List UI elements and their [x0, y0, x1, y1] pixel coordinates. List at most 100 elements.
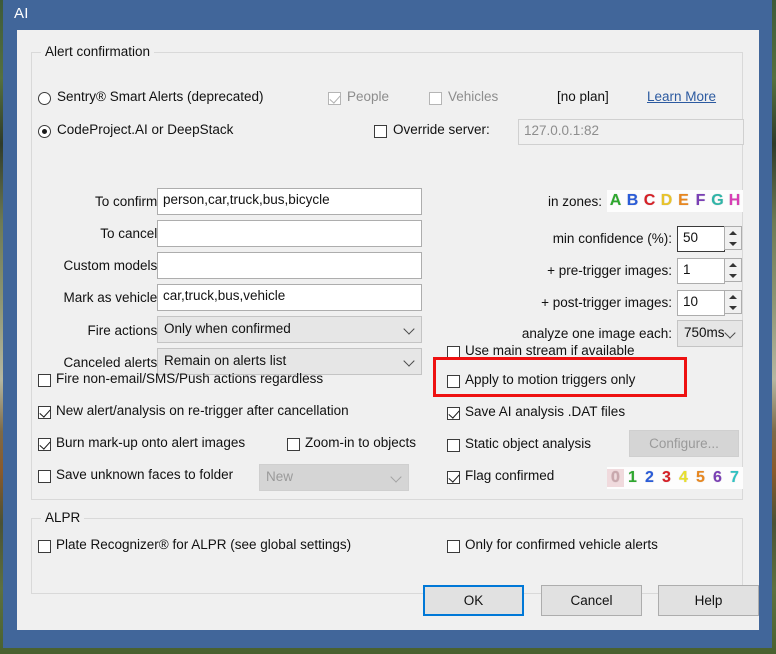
zone-letter-h[interactable]: H	[726, 192, 743, 210]
window-title: AI	[14, 5, 29, 22]
spinner-pre-trigger-images-value[interactable]: 1	[677, 258, 725, 284]
spinner-min-confidence[interactable]: 50	[677, 226, 743, 252]
label-post-trigger-images: + post-trigger images:	[541, 295, 672, 310]
label-mark-as-vehicle: Mark as vehicle:	[63, 290, 161, 305]
label-to-cancel: To cancel:	[100, 226, 161, 241]
flag-digit-7[interactable]: 7	[726, 469, 743, 487]
checkbox-vehicles-label: Vehicles	[448, 89, 499, 104]
spinner-post-trigger-buttons[interactable]	[724, 290, 742, 314]
checkbox-save-dat-files-label: Save AI analysis .DAT files	[465, 404, 626, 419]
zone-letter-e[interactable]: E	[675, 192, 692, 210]
spinner-post-trigger-images[interactable]: 10	[677, 290, 743, 316]
spinner-down-icon[interactable]	[725, 270, 741, 281]
label-canceled-alerts: Canceled alerts:	[63, 355, 161, 370]
radio-codeproject-deepstack-label: CodeProject.AI or DeepStack	[57, 122, 234, 137]
zone-letter-d[interactable]: D	[658, 192, 675, 210]
help-button[interactable]: Help	[658, 585, 759, 616]
checkbox-override-server[interactable]	[374, 125, 387, 138]
zone-letter-a[interactable]: A	[607, 192, 624, 210]
checkbox-burn-markup[interactable]	[38, 438, 51, 451]
label-in-zones: in zones:	[547, 194, 602, 209]
checkbox-use-main-stream-label: Use main stream if available	[465, 343, 635, 358]
checkbox-people	[328, 92, 341, 105]
learn-more-link[interactable]: Learn More	[647, 89, 716, 104]
checkbox-plate-recognizer[interactable]	[38, 540, 51, 553]
checkbox-save-unknown-faces[interactable]	[38, 470, 51, 483]
cancel-button[interactable]: Cancel	[541, 585, 642, 616]
checkbox-static-object-analysis[interactable]	[447, 439, 460, 452]
flag-digit-5[interactable]: 5	[692, 469, 709, 487]
flag-digit-0[interactable]: 0	[607, 469, 624, 487]
chevron-down-icon	[390, 470, 402, 483]
label-analyze-interval: analyze one image each:	[521, 326, 672, 341]
radio-sentry-smart-alerts-label: Sentry® Smart Alerts (deprecated)	[57, 89, 264, 104]
zone-letter-c[interactable]: C	[641, 192, 658, 210]
radio-sentry-smart-alerts[interactable]	[38, 92, 51, 105]
zone-letter-f[interactable]: F	[692, 192, 709, 210]
checkbox-apply-to-motion-triggers-label: Apply to motion triggers only	[465, 372, 636, 387]
checkbox-zoom-in-to-objects-label: Zoom-in to objects	[305, 435, 417, 450]
configure-button: Configure...	[629, 430, 739, 457]
checkbox-plate-recognizer-label: Plate Recognizer® for ALPR (see global s…	[56, 537, 352, 552]
label-custom-models: Custom models:	[63, 258, 161, 273]
flag-digit-4[interactable]: 4	[675, 469, 692, 487]
zone-letter-g[interactable]: G	[709, 192, 726, 210]
checkbox-new-alert-on-retrigger[interactable]	[38, 406, 51, 419]
checkbox-fire-non-email-actions[interactable]	[38, 374, 51, 387]
chevron-down-icon	[403, 322, 415, 335]
checkbox-only-confirmed-vehicle-alerts[interactable]	[447, 540, 460, 553]
checkbox-zoom-in-to-objects[interactable]	[287, 438, 300, 451]
spinner-up-icon[interactable]	[725, 227, 741, 238]
combo-faces-folder: New	[259, 464, 409, 491]
spinner-down-icon[interactable]	[725, 302, 741, 313]
checkbox-flag-confirmed[interactable]	[447, 471, 460, 484]
spinner-pre-trigger-buttons[interactable]	[724, 258, 742, 282]
spinner-pre-trigger-images[interactable]: 1	[677, 258, 743, 284]
ok-button[interactable]: OK	[423, 585, 524, 616]
input-mark-as-vehicle[interactable]: car,truck,bus,vehicle	[157, 284, 422, 311]
checkbox-override-server-label: Override server:	[393, 122, 490, 137]
flag-digit-2[interactable]: 2	[641, 469, 658, 487]
dialog-client-area: Alert confirmation Sentry® Smart Alerts …	[17, 30, 759, 630]
radio-codeproject-deepstack[interactable]	[38, 125, 51, 138]
label-pre-trigger-images: + pre-trigger images:	[547, 263, 672, 278]
checkbox-use-main-stream[interactable]	[447, 346, 460, 359]
checkbox-apply-to-motion-triggers[interactable]	[447, 375, 460, 388]
checkbox-only-confirmed-vehicle-alerts-label: Only for confirmed vehicle alerts	[465, 537, 658, 552]
checkbox-flag-confirmed-label: Flag confirmed	[465, 468, 555, 483]
input-to-cancel[interactable]	[157, 220, 422, 247]
checkbox-burn-markup-label: Burn mark-up onto alert images	[56, 435, 246, 450]
spinner-down-icon[interactable]	[725, 238, 741, 249]
combo-fire-actions[interactable]: Only when confirmed	[157, 316, 422, 343]
dialog-window: AI Alert confirmation Sentry® Smart Aler…	[3, 0, 772, 648]
spinner-up-icon[interactable]	[725, 291, 741, 302]
flag-confirmed-digits[interactable]: 01234567	[607, 467, 743, 489]
flag-digit-1[interactable]: 1	[624, 469, 641, 487]
spinner-up-icon[interactable]	[725, 259, 741, 270]
input-to-confirm[interactable]: person,car,truck,bus,bicycle	[157, 188, 422, 215]
chevron-down-icon	[724, 326, 736, 339]
checkbox-vehicles	[429, 92, 442, 105]
zone-letters[interactable]: ABCDEFGH	[607, 190, 743, 212]
checkbox-fire-non-email-actions-label: Fire non-email/SMS/Push actions regardle…	[56, 371, 324, 386]
checkbox-save-unknown-faces-label: Save unknown faces to folder	[56, 467, 234, 482]
group-alpr: ALPR	[31, 510, 743, 594]
flag-digit-3[interactable]: 3	[658, 469, 675, 487]
input-custom-models[interactable]	[157, 252, 422, 279]
spinner-min-confidence-value[interactable]: 50	[677, 226, 725, 252]
group-alpr-legend: ALPR	[41, 510, 85, 525]
title-bar[interactable]: AI	[3, 0, 772, 30]
checkbox-people-label: People	[347, 89, 390, 104]
override-server-input[interactable]: 127.0.0.1:82	[518, 119, 744, 145]
combo-analyze-interval[interactable]: 750ms	[677, 320, 743, 347]
checkbox-save-dat-files[interactable]	[447, 407, 460, 420]
checkbox-static-object-analysis-label: Static object analysis	[465, 436, 592, 451]
group-alert-confirmation-legend: Alert confirmation	[41, 44, 155, 59]
label-fire-actions: Fire actions:	[87, 323, 161, 338]
plan-status-label: [no plan]	[557, 89, 609, 104]
flag-digit-6[interactable]: 6	[709, 469, 726, 487]
zone-letter-b[interactable]: B	[624, 192, 641, 210]
spinner-min-confidence-buttons[interactable]	[724, 226, 742, 250]
spinner-post-trigger-images-value[interactable]: 10	[677, 290, 725, 316]
label-to-confirm: To confirm:	[94, 194, 161, 209]
